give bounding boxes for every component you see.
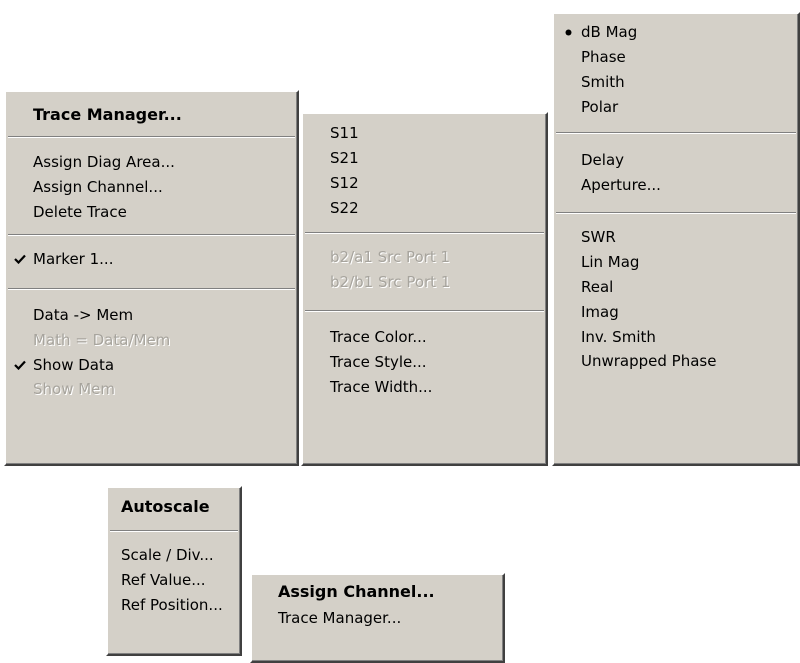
menu-item-assign-channel[interactable]: Assign Channel... bbox=[6, 175, 297, 199]
menu-item-data-to-mem[interactable]: Data -> Mem bbox=[6, 303, 297, 327]
menu-item-trace-manager[interactable]: Trace Manager... bbox=[6, 103, 297, 127]
trace-context-menu: Trace Manager... Assign Diag Area... Ass… bbox=[4, 90, 299, 466]
menu-item-label: Show Data bbox=[33, 356, 115, 374]
menu-item-smith[interactable]: Smith bbox=[554, 70, 798, 94]
menu-item-s22[interactable]: S22 bbox=[303, 196, 546, 220]
bullet-icon bbox=[560, 20, 576, 44]
menu-item-b2-b1-src-port-1: b2/b1 Src Port 1 bbox=[330, 273, 451, 291]
menu-item-math-data-mem: Math = Data/Mem bbox=[33, 331, 171, 349]
menu-separator bbox=[8, 288, 295, 290]
menu-item-real[interactable]: Real bbox=[554, 275, 798, 299]
menu-item-phase[interactable]: Phase bbox=[554, 45, 798, 69]
menu-item-label: dB Mag bbox=[581, 23, 638, 41]
menu-item-show-mem: Show Mem bbox=[33, 380, 116, 398]
menu-item-inv-smith[interactable]: Inv. Smith bbox=[554, 325, 798, 349]
menu-item-lin-mag[interactable]: Lin Mag bbox=[554, 250, 798, 274]
menu-separator bbox=[110, 530, 238, 532]
menu-item-s21[interactable]: S21 bbox=[303, 146, 546, 170]
menu-item-swr[interactable]: SWR bbox=[554, 225, 798, 249]
menu-item-trace-style[interactable]: Trace Style... bbox=[303, 350, 546, 374]
menu-item-autoscale[interactable]: Autoscale bbox=[108, 495, 240, 519]
menu-item-show-data[interactable]: Show Data bbox=[6, 353, 297, 377]
checkmark-icon bbox=[12, 247, 28, 271]
menu-item-db-mag[interactable]: dB Mag bbox=[554, 20, 798, 44]
menu-item-trace-width[interactable]: Trace Width... bbox=[303, 375, 546, 399]
channel-context-menu: Assign Channel... Trace Manager... bbox=[250, 573, 505, 663]
menu-item-trace-color[interactable]: Trace Color... bbox=[303, 325, 546, 349]
menu-item-imag[interactable]: Imag bbox=[554, 300, 798, 324]
menu-item-b2-a1-src-port-1: b2/a1 Src Port 1 bbox=[330, 248, 451, 266]
menu-separator bbox=[305, 310, 544, 312]
menu-item-label: Marker 1... bbox=[33, 250, 114, 268]
format-context-menu: dB Mag Phase Smith Polar Delay Aperture.… bbox=[552, 12, 800, 466]
menu-separator bbox=[556, 132, 796, 134]
menu-item-ref-value[interactable]: Ref Value... bbox=[108, 568, 240, 592]
menu-item-ref-position[interactable]: Ref Position... bbox=[108, 593, 240, 617]
menu-item-s11[interactable]: S11 bbox=[303, 121, 546, 145]
menu-item-trace-manager[interactable]: Trace Manager... bbox=[252, 606, 503, 630]
menu-separator bbox=[305, 232, 544, 234]
menu-item-polar[interactable]: Polar bbox=[554, 95, 798, 119]
menu-item-delay[interactable]: Delay bbox=[554, 148, 798, 172]
scale-context-menu: Autoscale Scale / Div... Ref Value... Re… bbox=[106, 486, 242, 656]
checkmark-icon bbox=[12, 353, 28, 377]
menu-item-delete-trace[interactable]: Delete Trace bbox=[6, 200, 297, 224]
menu-item-aperture[interactable]: Aperture... bbox=[554, 173, 798, 197]
menu-separator bbox=[8, 136, 295, 138]
menu-separator bbox=[8, 234, 295, 236]
menu-item-assign-diag-area[interactable]: Assign Diag Area... bbox=[6, 150, 297, 174]
menu-item-assign-channel-header[interactable]: Assign Channel... bbox=[252, 580, 503, 604]
menu-item-marker-1[interactable]: Marker 1... bbox=[6, 247, 297, 271]
menu-item-s12[interactable]: S12 bbox=[303, 171, 546, 195]
measure-context-menu: S11 S21 S12 S22 b2/a1 Src Port 1 b2/b1 S… bbox=[301, 112, 548, 466]
menu-item-unwrapped-phase[interactable]: Unwrapped Phase bbox=[554, 349, 798, 373]
menu-separator bbox=[556, 212, 796, 214]
menu-item-scale-div[interactable]: Scale / Div... bbox=[108, 543, 240, 567]
